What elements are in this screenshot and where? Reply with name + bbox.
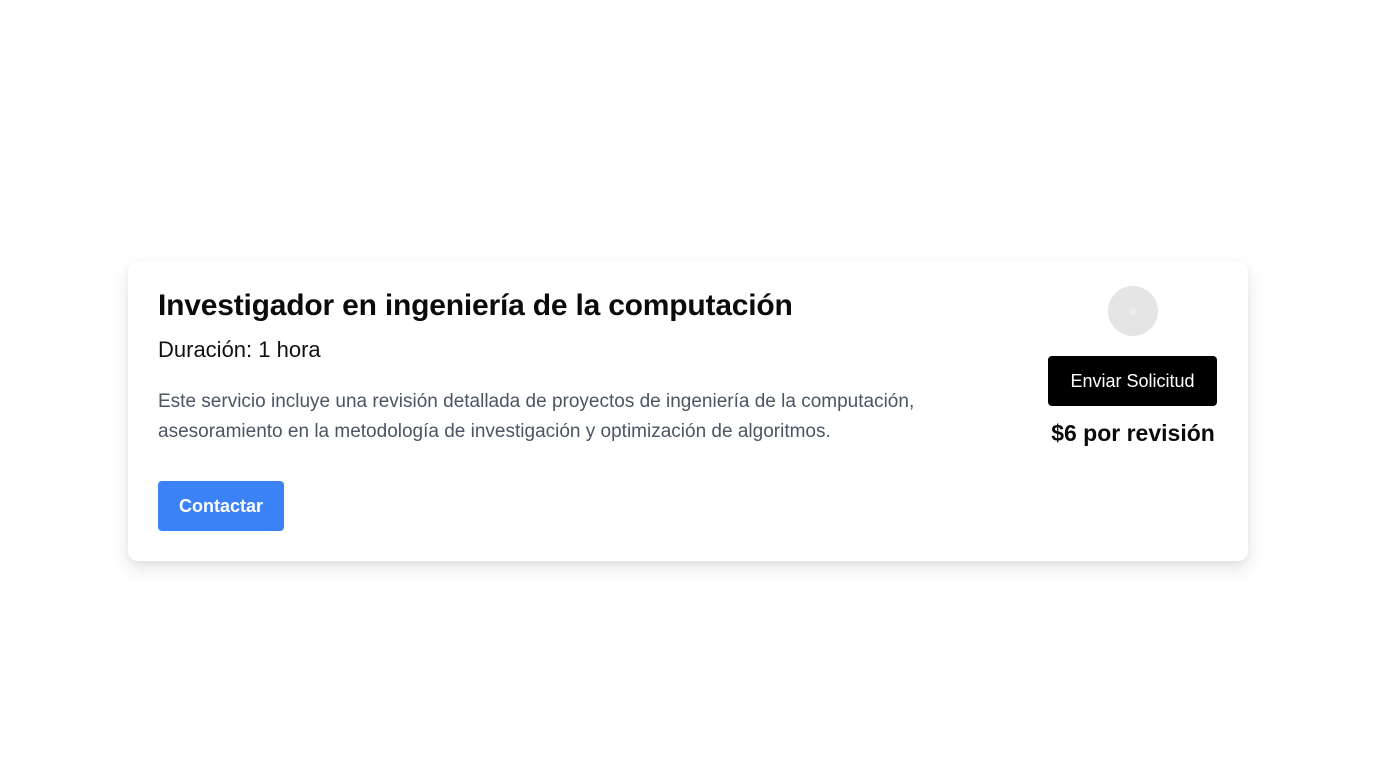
service-title: Investigador en ingeniería de la computa…	[158, 289, 793, 322]
service-actions: Enviar Solicitud $6 por revisión	[1048, 286, 1218, 448]
page: Investigador en ingeniería de la computa…	[0, 0, 1376, 768]
service-duration: Duración: 1 hora	[158, 337, 321, 362]
service-card: Investigador en ingeniería de la computa…	[128, 261, 1248, 561]
avatar	[1108, 286, 1158, 336]
avatar-placeholder-icon	[1129, 307, 1137, 315]
contact-button[interactable]: Contactar	[158, 481, 284, 531]
service-price: $6 por revisión	[1051, 420, 1215, 446]
send-request-button[interactable]: Enviar Solicitud	[1048, 356, 1217, 406]
service-description: Este servicio incluye una revisión detal…	[158, 391, 915, 442]
service-details: Investigador en ingeniería de la computa…	[158, 287, 1038, 447]
